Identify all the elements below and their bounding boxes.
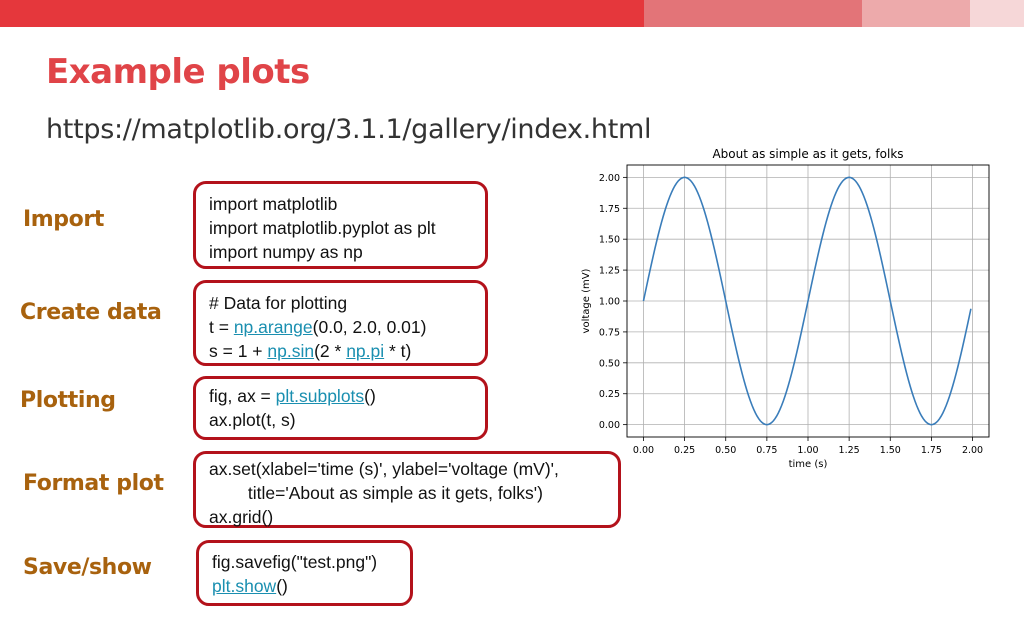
code-line: plt.show()	[212, 574, 398, 598]
accent-bar-segment	[644, 0, 862, 27]
code-text: import matplotlib.pyplot as plt	[209, 218, 436, 238]
code-line: import matplotlib.pyplot as plt	[209, 216, 473, 240]
code-box-create-data: # Data for plotting t = np.arange(0.0, 2.…	[193, 280, 488, 366]
code-box-format-plot: ax.set(xlabel='time (s)', ylabel='voltag…	[193, 451, 621, 528]
code-text: t =	[209, 317, 234, 337]
chart-x-axis-label: time (s)	[789, 459, 828, 470]
code-line: import numpy as np	[209, 240, 473, 264]
y-tick-label: 0.75	[599, 327, 620, 338]
step-label-import: Import	[23, 207, 104, 232]
api-doc-link[interactable]: plt.subplots	[276, 386, 365, 406]
code-text: ax.grid()	[209, 507, 274, 527]
x-tick-label: 1.50	[880, 445, 901, 456]
chart-title: About as simple as it gets, folks	[712, 147, 903, 161]
code-line: ax.plot(t, s)	[209, 408, 473, 432]
code-line: import matplotlib	[209, 192, 473, 216]
x-tick-label: 0.50	[715, 445, 736, 456]
api-doc-link[interactable]: np.arange	[234, 317, 313, 337]
y-tick-label: 0.50	[599, 358, 620, 369]
code-line: ax.set(xlabel='time (s)', ylabel='voltag…	[209, 457, 606, 481]
code-line: # Data for plotting	[209, 291, 473, 315]
api-doc-link[interactable]: plt.show	[212, 576, 276, 596]
code-line: ax.grid()	[209, 505, 606, 529]
gallery-url[interactable]: https://matplotlib.org/3.1.1/gallery/ind…	[46, 114, 651, 145]
y-tick-label: 1.00	[599, 297, 620, 308]
code-line: fig.savefig("test.png")	[212, 550, 398, 574]
y-tick-label: 1.25	[599, 266, 620, 277]
code-text: fig.savefig("test.png")	[212, 552, 378, 572]
x-tick-label: 1.25	[839, 445, 860, 456]
x-tick-label: 1.00	[797, 445, 818, 456]
x-tick-label: 1.75	[921, 445, 942, 456]
code-text: (2 *	[314, 341, 347, 361]
api-doc-link[interactable]: np.pi	[346, 341, 384, 361]
code-line: t = np.arange(0.0, 2.0, 0.01)	[209, 315, 473, 339]
code-box-save-show: fig.savefig("test.png") plt.show()	[196, 540, 413, 606]
code-text: title='About as simple as it gets, folks…	[209, 483, 543, 503]
code-text: # Data for plotting	[209, 293, 348, 313]
code-text: * t)	[384, 341, 412, 361]
code-box-import: import matplotlib import matplotlib.pyplo…	[193, 181, 488, 269]
top-accent-bar	[0, 0, 1024, 27]
code-text: s = 1 +	[209, 341, 268, 361]
code-line: fig, ax = plt.subplots()	[209, 384, 473, 408]
chart-ticks: 0.00 0.25 0.50 0.75 1.00 1.25 1.50 1.75 2.00 0.00…	[599, 173, 983, 456]
code-text: ax.plot(t, s)	[209, 410, 296, 430]
x-tick-label: 2.00	[962, 445, 983, 456]
accent-bar-segment	[862, 0, 970, 27]
chart-y-axis-label: voltage (mV)	[581, 268, 592, 333]
slide-title: Example plots	[46, 52, 310, 92]
code-text: import numpy as np	[209, 242, 363, 262]
code-text: ()	[364, 386, 376, 406]
y-tick-label: 2.00	[599, 173, 620, 184]
step-label-save-show: Save/show	[23, 555, 152, 580]
code-text: fig, ax =	[209, 386, 276, 406]
code-line: title='About as simple as it gets, folks…	[209, 481, 606, 505]
step-label-format-plot: Format plot	[23, 471, 164, 496]
api-doc-link[interactable]: np.sin	[267, 341, 314, 361]
y-tick-label: 1.75	[599, 204, 620, 215]
x-tick-label: 0.25	[674, 445, 695, 456]
code-text: import matplotlib	[209, 194, 338, 214]
code-text: (0.0, 2.0, 0.01)	[312, 317, 427, 337]
accent-bar-segment	[970, 0, 1024, 27]
code-text: ()	[276, 576, 288, 596]
step-label-plotting: Plotting	[20, 388, 116, 413]
x-tick-label: 0.00	[633, 445, 654, 456]
y-tick-label: 1.50	[599, 235, 620, 246]
step-label-create-data: Create data	[20, 300, 162, 325]
x-tick-label: 0.75	[756, 445, 777, 456]
y-tick-label: 0.00	[599, 420, 620, 431]
example-line-chart: 0.00 0.25 0.50 0.75 1.00 1.25 1.50 1.75 2.00 0.00…	[581, 147, 990, 470]
y-tick-label: 0.25	[599, 389, 620, 400]
accent-bar-segment	[0, 0, 644, 27]
code-text: ax.set(xlabel='time (s)', ylabel='voltag…	[209, 459, 559, 479]
code-line: s = 1 + np.sin(2 * np.pi * t)	[209, 339, 473, 363]
code-box-plotting: fig, ax = plt.subplots() ax.plot(t, s)	[193, 376, 488, 440]
